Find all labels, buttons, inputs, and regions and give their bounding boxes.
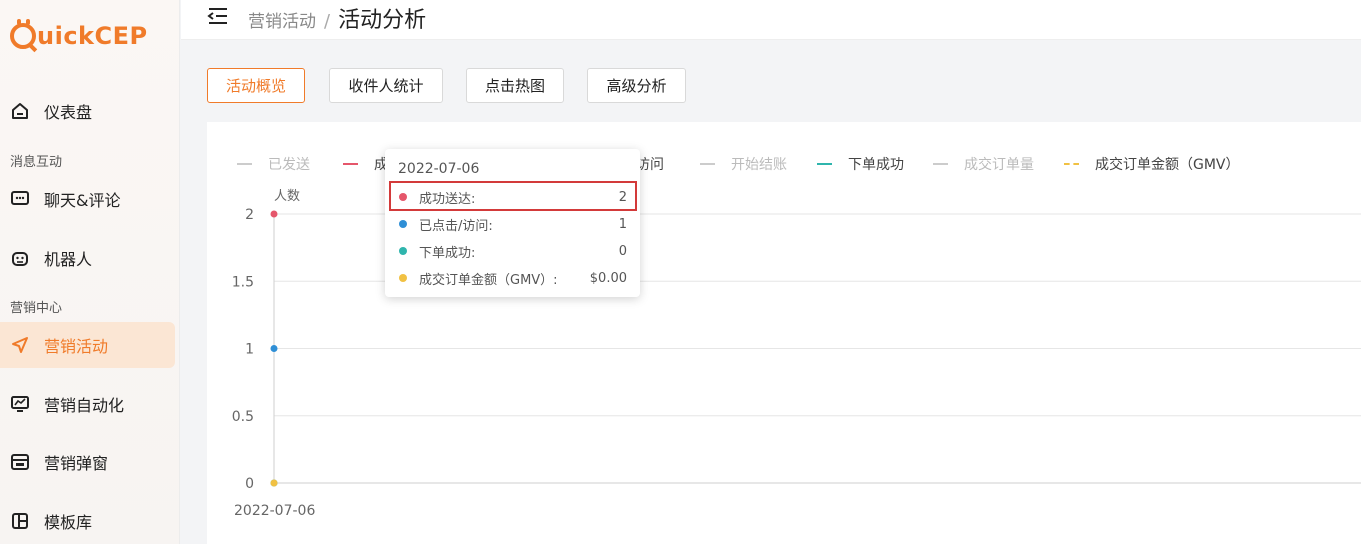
tab-advanced-analysis[interactable]: 高级分析 <box>587 68 686 103</box>
sidebar-item-label: 聊天&评论 <box>44 191 121 210</box>
data-point <box>270 345 278 352</box>
data-point <box>270 210 278 218</box>
page-title: 活动分析 <box>338 8 427 33</box>
monitor-chart-icon <box>10 394 30 414</box>
tooltip-row-delivered: 成功送达: 2 <box>397 185 629 209</box>
breadcrumb-parent[interactable]: 营销活动 <box>248 7 316 32</box>
breadcrumb-separator: / <box>324 11 331 32</box>
sidebar: uickCEP 仪表盘 消息互动 聊天&评论 机器人 营销中心 营销活动 营销自… <box>0 0 180 544</box>
tooltip-date: 2022-07-06 <box>398 161 480 177</box>
tooltip-value: 1 <box>618 216 627 232</box>
line-chart: 0 0.5 1 1.5 2 人数 2022-07-06 <box>232 189 1361 519</box>
sidebar-item-label: 营销弹窗 <box>44 454 109 473</box>
popup-window-icon <box>10 452 30 472</box>
y-tick-label: 0.5 <box>232 409 254 425</box>
section-label-marketing: 营销中心 <box>10 301 63 316</box>
sidebar-item-automation[interactable]: 营销自动化 <box>0 381 175 427</box>
tooltip-row-visited: 已点击/访问: 1 <box>397 212 629 236</box>
series-dot <box>399 247 407 255</box>
y-axis-title: 人数 <box>274 189 300 204</box>
y-tick-label: 0 <box>245 476 254 492</box>
tooltip-value: 2 <box>618 189 627 205</box>
tooltip-row-gmv: 成交订单金额（GMV）: $0.00 <box>397 266 629 290</box>
sidebar-item-label: 仪表盘 <box>44 103 93 122</box>
breadcrumb: 营销活动 / 活动分析 <box>248 2 426 34</box>
tooltip-row-order-success: 下单成功: 0 <box>397 239 629 263</box>
home-icon <box>10 101 30 121</box>
tooltip-value: 0 <box>618 243 627 259</box>
sidebar-item-templates[interactable]: 模板库 <box>0 498 175 544</box>
tooltip-value: $0.00 <box>589 270 627 286</box>
series-dot <box>399 274 407 282</box>
sidebar-item-label: 机器人 <box>44 250 93 269</box>
sidebar-item-popups[interactable]: 营销弹窗 <box>0 439 175 485</box>
y-tick-label: 1.5 <box>232 274 254 290</box>
chat-icon <box>10 189 30 209</box>
logo-q-icon <box>10 19 36 49</box>
tooltip-label: 下单成功: <box>419 245 476 261</box>
chart-tooltip: 2022-07-06 成功送达: 2 已点击/访问: 1 下单成功: 0 成交订… <box>385 149 640 297</box>
tab-recipient-stats[interactable]: 收件人统计 <box>329 68 443 103</box>
template-icon <box>10 511 30 531</box>
data-point <box>270 479 278 487</box>
y-tick-label: 1 <box>245 342 254 358</box>
robot-icon <box>10 248 30 268</box>
chart-panel: 已发送 成 访问 开始结账 下单成功 成交订单量 成交订单金额（GMV） 0 0.… <box>207 122 1361 544</box>
menu-collapse-icon[interactable] <box>207 6 229 26</box>
tab-overview[interactable]: 活动概览 <box>207 68 305 103</box>
sidebar-item-dashboard[interactable]: 仪表盘 <box>0 88 175 134</box>
sidebar-item-label: 营销自动化 <box>44 396 125 415</box>
sidebar-item-chat[interactable]: 聊天&评论 <box>0 176 175 222</box>
section-label-messaging: 消息互动 <box>10 155 63 170</box>
sidebar-item-robot[interactable]: 机器人 <box>0 235 175 281</box>
sidebar-item-label: 模板库 <box>44 513 93 532</box>
sidebar-item-label: 营销活动 <box>44 337 109 356</box>
sidebar-item-campaigns[interactable]: 营销活动 <box>0 322 175 368</box>
quickcep-logo[interactable]: uickCEP <box>10 19 148 50</box>
tooltip-label: 已点击/访问: <box>419 218 493 234</box>
send-icon <box>10 335 30 355</box>
x-tick-label: 2022-07-06 <box>234 503 315 519</box>
page-header: 营销活动 / 活动分析 <box>181 0 1361 40</box>
logo-text: uickCEP <box>37 22 148 50</box>
tab-click-heatmap[interactable]: 点击热图 <box>466 68 564 103</box>
series-dot <box>399 220 407 228</box>
tooltip-label: 成功送达: <box>419 191 476 207</box>
y-tick-label: 2 <box>245 207 254 223</box>
series-dot <box>399 193 407 201</box>
tooltip-label: 成交订单金额（GMV）: <box>419 272 558 288</box>
